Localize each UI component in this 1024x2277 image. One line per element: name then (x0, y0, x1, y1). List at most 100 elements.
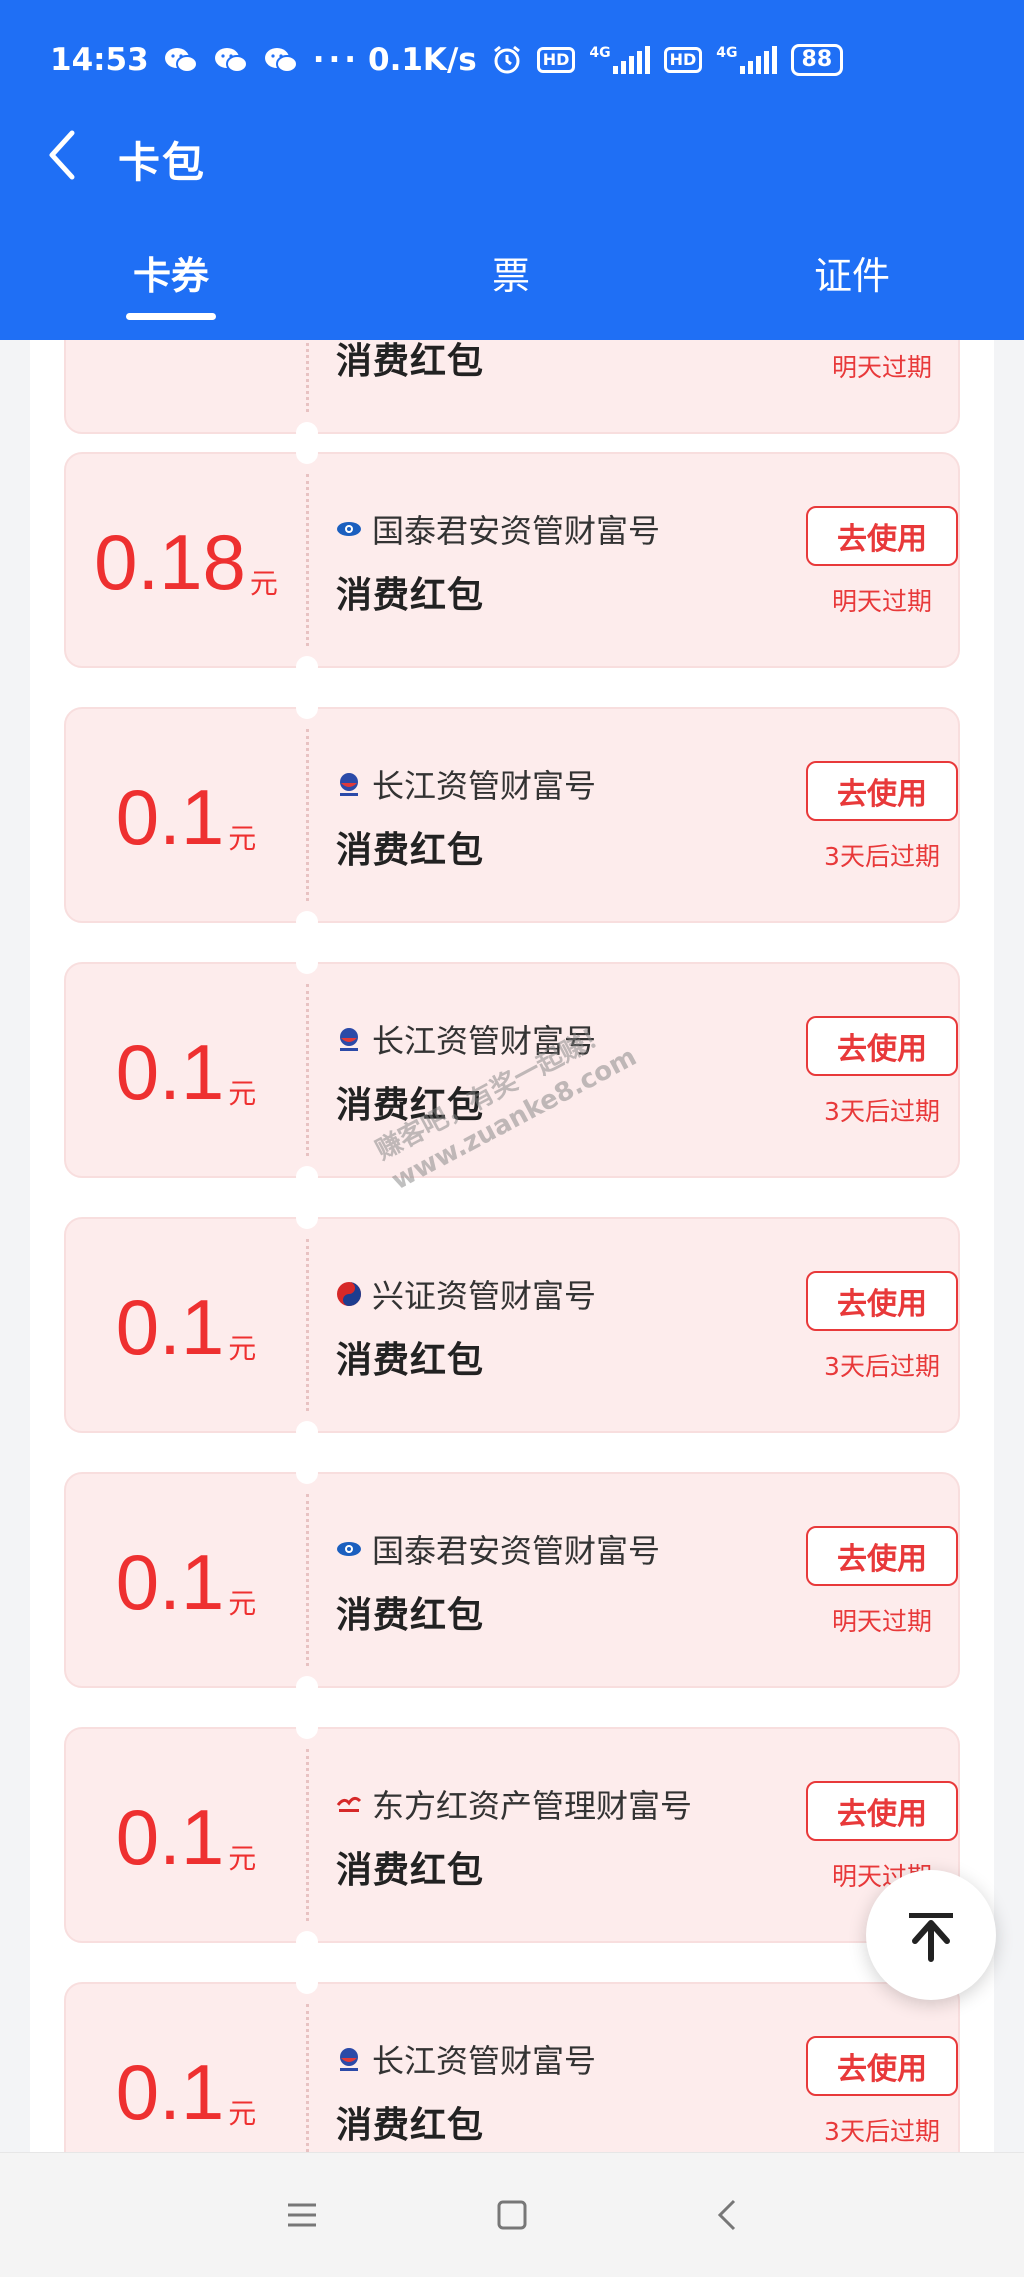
coupon-amount-value: 0.1 (115, 772, 225, 861)
coupon-type: 消费红包 (336, 1595, 485, 1636)
back-to-top-button[interactable] (866, 1870, 996, 2000)
coupon-issuer: 兴证资管财富号 (336, 1271, 596, 1317)
system-nav-bar (0, 2152, 1024, 2277)
coupon-divider (306, 729, 309, 901)
coupon-issuer-name: 兴证资管财富号 (372, 1277, 597, 1315)
network-type: 4G (716, 45, 738, 61)
coupon-type: 消费红包 (336, 341, 485, 382)
coupon-amount-unit: 元 (228, 1588, 257, 1619)
coupon-amount-value: 0.1 (115, 1282, 225, 1371)
tab-active-indicator (126, 313, 216, 320)
tab-cards[interactable]: 卡券 (81, 245, 261, 300)
changjiang-logo-icon (340, 2048, 358, 2071)
more-notifications: ··· (312, 42, 361, 78)
coupon-issuer-name: 长江资管财富号 (372, 767, 597, 805)
coupon-expiry: 3天后过期 (824, 1097, 940, 1126)
coupon-type: 消费红包 (336, 830, 485, 871)
coupon-amount-unit: 元 (228, 1333, 257, 1364)
coupon-amount: 0.1 元 (66, 964, 306, 1180)
coupon-divider (306, 1749, 309, 1921)
coupon-amount: 0.1 元 (66, 1474, 306, 1690)
status-right: 0.1K/s HD 4G HD 4G 88 (368, 42, 844, 78)
coupon-issuer: 国泰君安资管财富号 (336, 506, 660, 552)
wechat-icon (164, 48, 198, 73)
status-time: 14:53 (50, 42, 149, 78)
coupon-issuer: 长江资管财富号 (336, 761, 596, 807)
back-icon[interactable] (704, 2191, 752, 2239)
coupon-expiry: 明天过期 (831, 353, 932, 382)
coupon-amount: 0.1 元 (66, 1729, 306, 1945)
coupon-type: 消费红包 (336, 2105, 485, 2146)
coupon-issuer-name: 国泰君安资管财富号 (372, 512, 661, 550)
coupon-divider (306, 474, 309, 646)
signal-icon (612, 46, 650, 74)
xingzheng-logo-icon (337, 1282, 361, 1306)
coupon-divider (306, 340, 309, 412)
coupon-issuer-name: 东方红资产管理财富号 (372, 1787, 693, 1825)
coupon-issuer-name: 长江资管财富号 (372, 1022, 597, 1060)
menu-icon[interactable] (278, 2191, 326, 2239)
coupon-card[interactable]: 0.1 元 兴证资管财富号 消费红包 去使用 3天后过期 (64, 1207, 960, 1443)
wechat-icon (214, 48, 248, 73)
coupon-card[interactable]: 0.1 元 长江资管财富号 消费红包 去使用 3天后过期 (64, 697, 960, 933)
coupon-amount-value: 0.1 (115, 1792, 225, 1881)
coupon-expiry: 3天后过期 (824, 2117, 940, 2146)
coupon-divider (306, 2004, 309, 2152)
coupon-card[interactable]: 0.1 元 国泰君安资管财富号 消费红包 去使用 明天过期 (64, 1462, 960, 1698)
chevron-left-icon[interactable] (40, 125, 90, 185)
coupon-amount: 0.1 元 (66, 1219, 306, 1435)
use-coupon-button[interactable]: 去使用 (806, 1781, 958, 1841)
coupon-type: 消费红包 (336, 1340, 485, 1381)
use-coupon-button[interactable]: 去使用 (806, 1271, 958, 1331)
coupon-list[interactable]: 消费红包 明天过期 0.18 元 国泰君安资管财富号 消费红包 去使用 明天过期 … (30, 340, 994, 2152)
coupon-issuer-name: 长江资管财富号 (372, 2042, 597, 2080)
coupon-amount-value: 0.1 (115, 1537, 225, 1626)
changjiang-logo-icon (340, 773, 358, 796)
coupon-issuer: 东方红资产管理财富号 (336, 1781, 692, 1827)
home-square-icon[interactable] (488, 2191, 536, 2239)
eye-logo-icon (337, 1542, 361, 1556)
alarm-icon (493, 45, 520, 74)
network-type: 4G (589, 45, 611, 61)
coupon-expiry: 3天后过期 (824, 1352, 940, 1381)
coupon-card[interactable]: 0.1 元 长江资管财富号 消费红包 去使用 3天后过期 (64, 952, 960, 1188)
coupon-amount: 0.1 元 (66, 1984, 306, 2152)
title-bar: 卡包 (0, 115, 1024, 195)
coupon-card[interactable]: 0.1 元 长江资管财富号 消费红包 去使用 3天后过期 (64, 1972, 960, 2152)
coupon-amount-value: 0.1 (115, 2047, 225, 2136)
coupon-amount: 0.18 元 (66, 454, 306, 670)
coupon-amount-unit: 元 (228, 823, 257, 854)
coupon-amount-unit: 元 (228, 1078, 257, 1109)
eye-logo-icon (337, 522, 361, 536)
coupon-amount-unit: 元 (249, 568, 278, 599)
battery-icon: 88 (790, 44, 844, 76)
dongfanghong-logo-icon (336, 1796, 362, 1812)
use-coupon-button[interactable]: 去使用 (806, 2036, 958, 2096)
coupon-card[interactable]: 消费红包 明天过期 (64, 340, 960, 444)
coupon-expiry: 明天过期 (831, 1607, 932, 1636)
coupon-card[interactable]: 0.18 元 国泰君安资管财富号 消费红包 去使用 明天过期 (64, 442, 960, 678)
coupon-expiry: 明天过期 (831, 587, 932, 616)
use-coupon-button[interactable]: 去使用 (806, 1016, 958, 1076)
coupon-divider (306, 1494, 309, 1666)
use-coupon-button[interactable]: 去使用 (806, 761, 958, 821)
coupon-divider (306, 1239, 309, 1411)
coupon-type: 消费红包 (336, 1085, 485, 1126)
use-coupon-button[interactable]: 去使用 (806, 1526, 958, 1586)
use-coupon-button[interactable]: 去使用 (806, 506, 958, 566)
tab-tickets[interactable]: 票 (421, 245, 601, 300)
coupon-type: 消费红包 (336, 575, 485, 616)
changjiang-logo-icon (340, 1028, 358, 1051)
tab-certificates[interactable]: 证件 (762, 245, 942, 300)
coupon-type: 消费红包 (336, 1850, 485, 1891)
coupon-expiry: 3天后过期 (824, 842, 940, 871)
coupon-amount: 0.1 元 (66, 709, 306, 925)
coupon-card[interactable]: 0.1 元 东方红资产管理财富号 消费红包 去使用 明天过期 (64, 1717, 960, 1953)
app-header: 14:53 ··· 0.1K/s HD 4G HD 4G 88 卡包 卡券 票 … (0, 0, 1024, 340)
coupon-divider (306, 984, 309, 1156)
coupon-issuer-name: 国泰君安资管财富号 (372, 1532, 661, 1570)
status-left: 14:53 ··· (50, 42, 360, 78)
coupon-notch (296, 422, 318, 444)
page-title: 卡包 (118, 138, 207, 187)
coupon-issuer: 长江资管财富号 (336, 2036, 596, 2082)
